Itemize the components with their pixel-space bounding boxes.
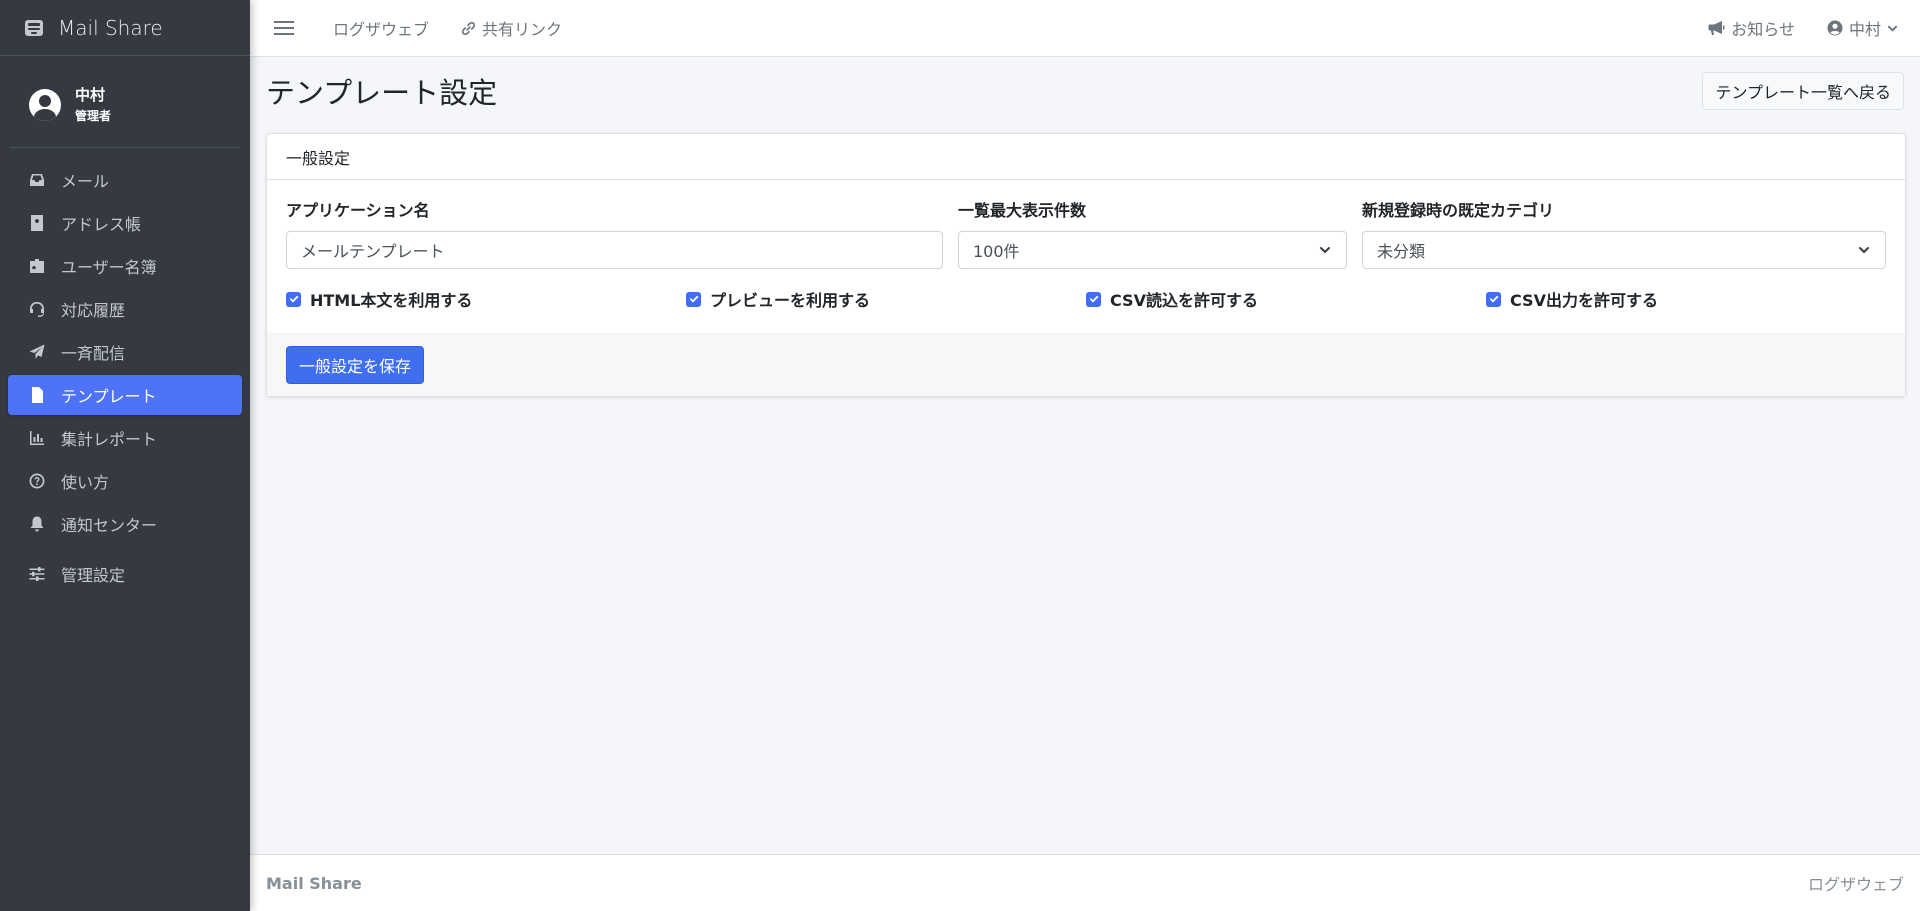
link-icon: [461, 21, 476, 36]
general-settings-card: 一般設定 アプリケーション名 メールテンプレート 一覧最大表示件数 100件 新…: [266, 133, 1906, 397]
brand-name: Mail Share: [58, 15, 163, 40]
user-circle-icon: [1827, 20, 1843, 36]
sidebar-item-template[interactable]: テンプレート: [8, 375, 242, 415]
sidebar-item-label: 対応履歴: [61, 301, 126, 320]
chart-bar-icon: [27, 428, 47, 448]
app-name-value: メールテンプレート: [301, 242, 445, 261]
user-panel[interactable]: 中村 管理者: [10, 56, 240, 148]
top-navbar: ログザウェブ 共有リンク お知らせ 中村: [250, 0, 1920, 57]
check-label: CSV出力を許可する: [1510, 291, 1658, 310]
sidebar-item-label: テンプレート: [61, 387, 157, 406]
address-book-icon: [27, 213, 47, 233]
check-icon: [1086, 291, 1101, 307]
csv-export-checkbox[interactable]: CSV出力を許可する: [1486, 287, 1886, 311]
sidebar-item-history[interactable]: 対応履歴: [8, 289, 242, 329]
user-menu-label: 中村: [1848, 20, 1881, 39]
sidebar-item-label: 管理設定: [61, 566, 126, 585]
sidebar-item-broadcast[interactable]: 一斉配信: [8, 332, 242, 372]
sidebar-item-label: ユーザー名簿: [61, 258, 157, 277]
inbox-icon: [27, 170, 47, 190]
chevron-down-icon: [1887, 23, 1898, 34]
sidebar-item-label: 一斉配信: [61, 344, 126, 363]
nav-link-shared-links[interactable]: 共有リンク: [461, 16, 562, 40]
check-label: HTML本文を利用する: [310, 291, 473, 310]
sidebar-item-mail[interactable]: メール: [8, 160, 242, 200]
sidebar-nav: メール アドレス帳 ユーザー名簿 対応履歴 一斉配信 テンプレート 集計レポート: [0, 148, 250, 609]
check-label: プレビューを利用する: [710, 291, 871, 310]
default-category-label: 新規登録時の既定カテゴリ: [1362, 201, 1555, 220]
footer-company-link[interactable]: ログザウェブ: [1808, 871, 1904, 895]
sidebar-item-label: 通知センター: [61, 516, 158, 535]
avatar: [29, 88, 61, 121]
menu-toggle-icon[interactable]: [270, 18, 298, 38]
headset-icon: [27, 299, 47, 319]
sidebar-item-user-directory[interactable]: ユーザー名簿: [8, 246, 242, 286]
max-display-select[interactable]: 100件: [958, 231, 1347, 269]
chevron-down-icon: [1318, 243, 1332, 257]
brand-link[interactable]: Mail Share: [0, 0, 250, 56]
footer-brand: Mail Share: [266, 873, 362, 893]
notice-label: お知らせ: [1731, 20, 1795, 39]
page-footer: Mail Share ログザウェブ: [250, 854, 1920, 911]
sidebar-item-address-book[interactable]: アドレス帳: [8, 203, 242, 243]
file-icon: [27, 385, 47, 405]
default-category-value: 未分類: [1377, 242, 1426, 261]
sidebar-item-help[interactable]: 使い方: [8, 461, 242, 501]
user-role: 管理者: [75, 108, 112, 123]
sidebar-item-label: 使い方: [61, 473, 110, 492]
user-menu-dropdown[interactable]: 中村: [1827, 16, 1898, 40]
bell-icon: [27, 514, 47, 534]
chevron-down-icon: [1857, 243, 1871, 257]
default-category-select[interactable]: 未分類: [1362, 231, 1886, 269]
paper-plane-icon: [27, 342, 47, 362]
sidebar: Mail Share 中村 管理者 メール アドレス帳 ユーザー名簿 対応履歴 …: [0, 0, 250, 911]
html-body-checkbox[interactable]: HTML本文を利用する: [286, 287, 686, 311]
max-display-label: 一覧最大表示件数: [958, 201, 1087, 220]
back-to-template-list-button[interactable]: テンプレート一覧へ戻る: [1702, 72, 1904, 110]
save-general-settings-button[interactable]: 一般設定を保存: [286, 346, 425, 384]
nav-link-label: 共有リンク: [482, 20, 563, 39]
notice-link[interactable]: お知らせ: [1707, 16, 1795, 40]
sidebar-item-label: 集計レポート: [61, 430, 158, 449]
main-content: テンプレート設定 テンプレート一覧へ戻る 一般設定 アプリケーション名 メールテ…: [250, 57, 1920, 854]
preview-checkbox[interactable]: プレビューを利用する: [686, 287, 1086, 311]
sliders-icon: [27, 564, 47, 584]
sidebar-item-label: アドレス帳: [61, 215, 142, 234]
sidebar-item-label: メール: [61, 172, 110, 191]
megaphone-icon: [1707, 20, 1725, 36]
max-display-value: 100件: [973, 242, 1020, 261]
csv-import-checkbox[interactable]: CSV読込を許可する: [1086, 287, 1486, 311]
app-name-input[interactable]: メールテンプレート: [286, 231, 943, 269]
page-title: テンプレート設定: [266, 76, 498, 110]
sidebar-item-notification-center[interactable]: 通知センター: [8, 504, 242, 544]
check-icon: [686, 291, 701, 307]
app-name-label: アプリケーション名: [286, 201, 430, 220]
id-badge-icon: [27, 256, 47, 276]
check-icon: [286, 291, 301, 307]
sidebar-item-report[interactable]: 集計レポート: [8, 418, 242, 458]
user-name: 中村: [75, 85, 106, 104]
card-title: 一般設定: [267, 134, 1905, 180]
check-icon: [1486, 291, 1501, 307]
sidebar-item-admin-settings[interactable]: 管理設定: [8, 554, 242, 594]
question-circle-icon: [27, 471, 47, 491]
check-label: CSV読込を許可する: [1110, 291, 1258, 310]
nav-link-logthe-web[interactable]: ログザウェブ: [333, 16, 429, 40]
mail-box-icon: [22, 16, 46, 40]
